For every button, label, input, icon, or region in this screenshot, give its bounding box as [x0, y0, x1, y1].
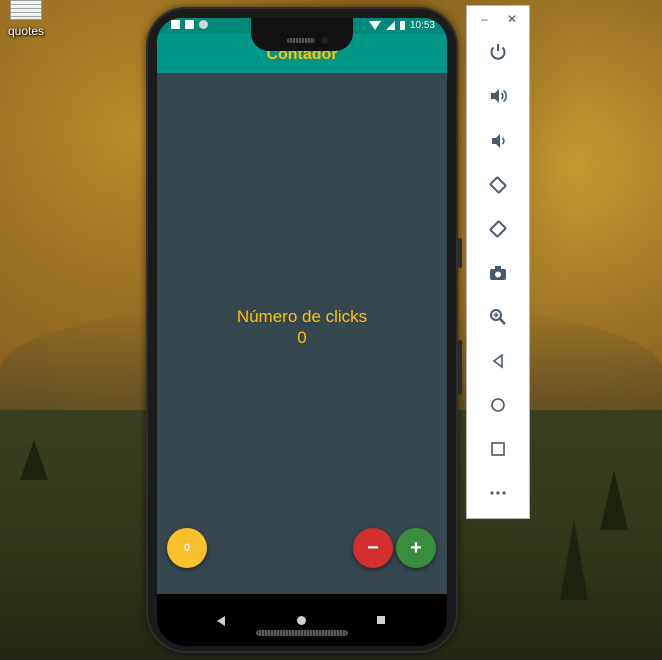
volume-up-icon[interactable] — [467, 81, 529, 111]
text-file-icon — [10, 0, 42, 20]
signal-icon — [385, 21, 395, 30]
phone-side-button — [458, 340, 462, 395]
counter-label: Número de clicks — [236, 307, 368, 326]
phone-side-button — [458, 238, 462, 268]
nav-home-icon[interactable] — [297, 616, 306, 625]
rotate-right-icon[interactable] — [467, 214, 529, 244]
back-icon[interactable] — [467, 346, 529, 376]
background-tree — [560, 520, 588, 600]
app-notification-icon — [171, 20, 180, 29]
desktop-file-quotes[interactable]: quotes — [6, 0, 46, 38]
speaker-grille — [287, 38, 315, 43]
camera-notch — [251, 18, 353, 51]
nav-recents-icon[interactable] — [377, 616, 385, 624]
more-options-icon[interactable] — [467, 478, 529, 508]
screenshot-camera-icon[interactable] — [467, 258, 529, 288]
phone-screen: 10:53 Contador Número de clicks 0 0 − + — [157, 18, 447, 646]
rotate-left-icon[interactable] — [467, 170, 529, 200]
home-icon[interactable] — [467, 390, 529, 420]
desktop-file-label: quotes — [7, 24, 45, 38]
minimize-icon[interactable]: – — [481, 12, 488, 26]
increment-button[interactable]: + — [396, 528, 436, 568]
close-icon[interactable]: ✕ — [507, 12, 517, 26]
android-nav-bar — [157, 594, 447, 646]
battery-icon — [399, 21, 405, 30]
power-icon[interactable] — [467, 37, 529, 67]
volume-down-icon[interactable] — [467, 126, 529, 156]
nav-back-icon[interactable] — [217, 616, 225, 626]
zoom-icon[interactable] — [467, 302, 529, 332]
background-tree — [600, 470, 628, 530]
background-tree — [20, 440, 48, 480]
overview-icon[interactable] — [467, 434, 529, 464]
front-camera-icon — [321, 37, 328, 44]
phone-bottom-speaker — [256, 630, 348, 636]
circle-notification-icon — [199, 20, 208, 29]
wifi-icon — [368, 21, 381, 30]
click-counter-display: Número de clicks 0 — [157, 306, 447, 348]
status-time: 10:53 — [409, 20, 435, 31]
emulator-toolbar: – ✕ — [466, 5, 530, 519]
counter-fab[interactable]: 0 — [167, 528, 207, 568]
counter-value: 0 — [297, 328, 307, 347]
decrement-button[interactable]: − — [353, 528, 393, 568]
sd-card-icon — [185, 20, 194, 29]
